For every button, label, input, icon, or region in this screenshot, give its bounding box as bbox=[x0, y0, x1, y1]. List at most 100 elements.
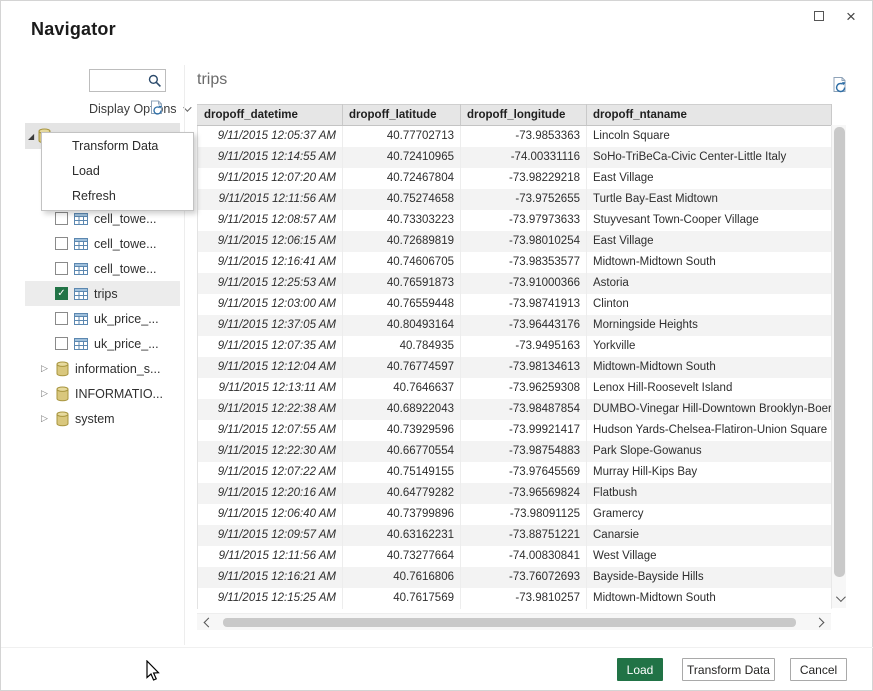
table-cell: -73.96569824 bbox=[461, 483, 587, 504]
table-header-row: dropoff_datetimedropoff_latitudedropoff_… bbox=[198, 105, 832, 126]
table-cell: 9/11/2015 12:25:53 AM bbox=[198, 273, 343, 294]
table-row: 9/11/2015 12:06:40 AM40.73799896-73.9809… bbox=[198, 504, 832, 525]
horizontal-scrollbar-thumb[interactable] bbox=[223, 618, 796, 627]
close-icon: × bbox=[846, 8, 856, 25]
table-row: 9/11/2015 12:37:05 AM40.80493164-73.9644… bbox=[198, 315, 832, 336]
table-cell: -73.98487854 bbox=[461, 399, 587, 420]
table-cell: -74.00830841 bbox=[461, 546, 587, 567]
table-cell: 9/11/2015 12:37:05 AM bbox=[198, 315, 343, 336]
vertical-scrollbar-thumb[interactable] bbox=[834, 127, 845, 577]
tree-item-uk-price[interactable]: uk_price_... bbox=[25, 331, 180, 356]
column-header-dropoff-datetime: dropoff_datetime bbox=[198, 105, 343, 126]
table-cell: DUMBO-Vinegar Hill-Downtown Brooklyn-Boe… bbox=[587, 399, 832, 420]
table-cell: East Village bbox=[587, 231, 832, 252]
display-options-dropdown[interactable]: Display Options bbox=[89, 102, 189, 116]
footer-divider bbox=[1, 647, 873, 648]
scroll-down-icon[interactable] bbox=[836, 592, 846, 602]
table-cell: 9/11/2015 12:22:38 AM bbox=[198, 399, 343, 420]
column-header-dropoff-longitude: dropoff_longitude bbox=[461, 105, 587, 126]
tree-item-informatio[interactable]: ▷INFORMATIO... bbox=[25, 381, 180, 406]
table-cell: East Village bbox=[587, 168, 832, 189]
table-cell: 40.76559448 bbox=[343, 294, 461, 315]
table-cell: 9/11/2015 12:08:57 AM bbox=[198, 210, 343, 231]
search-input[interactable] bbox=[90, 70, 148, 91]
close-button[interactable]: × bbox=[838, 5, 864, 27]
tree-item-label: information_s... bbox=[75, 362, 160, 376]
menu-item-refresh[interactable]: Refresh bbox=[42, 184, 193, 209]
table-cell: 9/11/2015 12:07:20 AM bbox=[198, 168, 343, 189]
menu-item-load[interactable]: Load bbox=[42, 159, 193, 184]
table-cell: 9/11/2015 12:14:55 AM bbox=[198, 147, 343, 168]
checkbox[interactable] bbox=[55, 237, 68, 250]
tree-item-label: trips bbox=[94, 287, 118, 301]
table-cell: 40.72467804 bbox=[343, 168, 461, 189]
tree-item-trips[interactable]: ✓ trips bbox=[25, 281, 180, 306]
tree-item-information-s[interactable]: ▷ information_s... bbox=[25, 356, 180, 381]
column-header-dropoff-latitude: dropoff_latitude bbox=[343, 105, 461, 126]
checkbox[interactable] bbox=[55, 337, 68, 350]
table-cell: Canarsie bbox=[587, 525, 832, 546]
expand-icon[interactable]: ▷ bbox=[41, 413, 52, 424]
maximize-button[interactable] bbox=[806, 5, 832, 27]
table-cell: Lincoln Square bbox=[587, 126, 832, 148]
table-cell: 40.74606705 bbox=[343, 252, 461, 273]
table-cell: -74.00331116 bbox=[461, 147, 587, 168]
expand-icon[interactable]: ▷ bbox=[41, 363, 52, 374]
transform-data-button[interactable]: Transform Data bbox=[682, 658, 775, 681]
menu-item-transform-data[interactable]: Transform Data bbox=[42, 134, 193, 159]
checkbox[interactable] bbox=[55, 212, 68, 225]
table-cell: Midtown-Midtown South bbox=[587, 588, 832, 609]
maximize-icon bbox=[814, 11, 824, 21]
checkbox[interactable] bbox=[55, 312, 68, 325]
expand-icon[interactable]: ▷ bbox=[41, 388, 52, 399]
table-cell: 40.73799896 bbox=[343, 504, 461, 525]
table-cell: Yorkville bbox=[587, 336, 832, 357]
table-row: 9/11/2015 12:08:57 AM40.73303223-73.9797… bbox=[198, 210, 832, 231]
table-cell: -73.98741913 bbox=[461, 294, 587, 315]
table-cell: 40.7617569 bbox=[343, 588, 461, 609]
table-cell: 40.66770554 bbox=[343, 441, 461, 462]
refresh-preview-icon[interactable] bbox=[831, 76, 849, 99]
horizontal-scrollbar[interactable] bbox=[197, 613, 831, 630]
table-cell: -73.9495163 bbox=[461, 336, 587, 357]
table-cell: SoHo-TriBeCa-Civic Center-Little Italy bbox=[587, 147, 832, 168]
collapse-icon[interactable]: ◢ bbox=[28, 132, 34, 141]
table-cell: Midtown-Midtown South bbox=[587, 357, 832, 378]
table-row: 9/11/2015 12:05:37 AM40.77702713-73.9853… bbox=[198, 126, 832, 148]
table-row: 9/11/2015 12:22:38 AM40.68922043-73.9848… bbox=[198, 399, 832, 420]
table-cell: -73.99921417 bbox=[461, 420, 587, 441]
table-cell: Midtown-Midtown South bbox=[587, 252, 832, 273]
checkbox[interactable]: ✓ bbox=[55, 287, 68, 300]
table-icon bbox=[74, 338, 88, 350]
tree-item-label: uk_price_... bbox=[94, 337, 159, 351]
table-cell: 40.80493164 bbox=[343, 315, 461, 336]
search-icon[interactable] bbox=[148, 74, 162, 88]
table-cell: 9/11/2015 12:15:25 AM bbox=[198, 588, 343, 609]
table-row: 9/11/2015 12:16:21 AM40.7616806-73.76072… bbox=[198, 567, 832, 588]
table-cell: -73.9853363 bbox=[461, 126, 587, 148]
tree-item-cell-towe[interactable]: cell_towe... bbox=[25, 256, 180, 281]
checkbox[interactable] bbox=[55, 262, 68, 275]
table-row: 9/11/2015 12:15:25 AM40.7617569-73.98102… bbox=[198, 588, 832, 609]
table-row: 9/11/2015 12:11:56 AM40.73277664-74.0083… bbox=[198, 546, 832, 567]
table-cell: 9/11/2015 12:13:11 AM bbox=[198, 378, 343, 399]
refresh-schema-icon[interactable] bbox=[149, 100, 165, 121]
scroll-left-icon[interactable] bbox=[204, 618, 214, 628]
table-cell: 9/11/2015 12:09:57 AM bbox=[198, 525, 343, 546]
scroll-right-icon[interactable] bbox=[815, 618, 825, 628]
vertical-scrollbar[interactable] bbox=[831, 125, 846, 608]
table-icon bbox=[74, 238, 88, 250]
tree-item-cell-towe[interactable]: cell_towe... bbox=[25, 231, 180, 256]
table-cell: 40.73303223 bbox=[343, 210, 461, 231]
table-row: 9/11/2015 12:07:22 AM40.75149155-73.9764… bbox=[198, 462, 832, 483]
load-button[interactable]: Load bbox=[617, 658, 663, 681]
tree-item-system[interactable]: ▷system bbox=[25, 406, 180, 431]
cancel-button[interactable]: Cancel bbox=[790, 658, 847, 681]
table-cell: 40.77702713 bbox=[343, 126, 461, 148]
table-cell: 40.75149155 bbox=[343, 462, 461, 483]
table-row: 9/11/2015 12:11:56 AM40.75274658-73.9752… bbox=[198, 189, 832, 210]
table-cell: 40.7616806 bbox=[343, 567, 461, 588]
table-cell: -73.97645569 bbox=[461, 462, 587, 483]
tree-item-uk-price[interactable]: uk_price_... bbox=[25, 306, 180, 331]
table-cell: 40.63162231 bbox=[343, 525, 461, 546]
